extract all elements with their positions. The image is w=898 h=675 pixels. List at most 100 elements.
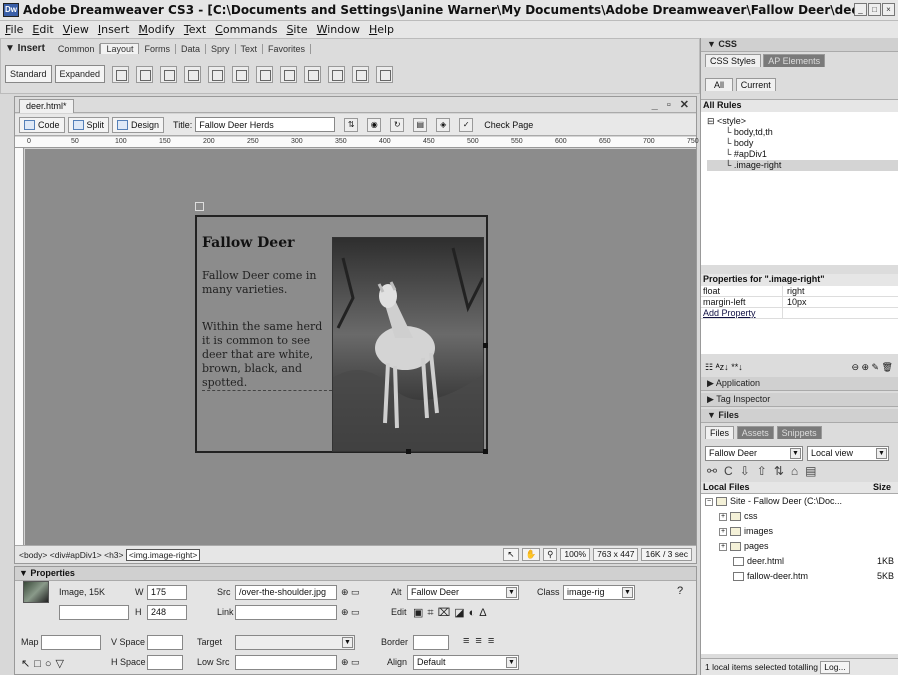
tab-ap-elements[interactable]: AP Elements xyxy=(763,54,826,67)
file-row[interactable]: + pages xyxy=(701,539,898,554)
paragraph-herd[interactable]: Within the same herd it is common to see… xyxy=(202,320,332,391)
files-toolbar-icons[interactable]: ⚯C⇩⇧⇅⌂▤ xyxy=(707,464,823,478)
tab-assets[interactable]: Assets xyxy=(736,426,774,439)
menu-text[interactable]: Text xyxy=(181,23,212,36)
split-view-button[interactable]: Split xyxy=(67,116,110,133)
tab-forms[interactable]: Forms xyxy=(139,43,176,54)
layout-cell-icon[interactable] xyxy=(208,65,226,83)
expand-toggle-icon[interactable]: + xyxy=(719,527,727,536)
tab-text[interactable]: Text xyxy=(236,43,264,54)
browse-link-icon[interactable]: ⊕ ▭ xyxy=(341,607,360,618)
vspace-input[interactable] xyxy=(147,635,183,650)
tab-favorites[interactable]: Favorites xyxy=(263,43,312,54)
draw-ap-div-icon[interactable] xyxy=(160,65,178,83)
menu-view[interactable]: View xyxy=(60,23,95,36)
page-title-input[interactable]: Fallow Deer Herds xyxy=(195,117,336,132)
border-input[interactable] xyxy=(413,635,449,650)
tab-snippets[interactable]: Snippets xyxy=(776,426,822,439)
properties-header[interactable]: ▼ Properties xyxy=(15,567,696,581)
hotspot-tools-icon[interactable]: ↖□○▽ xyxy=(21,657,68,670)
ap-div-1[interactable]: Fallow Deer Fallow Deer come in many var… xyxy=(195,215,488,454)
hand-tool-icon[interactable]: ✋ xyxy=(521,548,541,561)
alt-select[interactable]: Fallow Deer ▼ xyxy=(407,585,519,600)
zoom-select[interactable]: 100% xyxy=(560,548,591,561)
tag-body[interactable]: <body> xyxy=(19,550,47,560)
validate-markup-icon[interactable]: ✓ xyxy=(459,117,474,132)
css-panel-header[interactable]: ▼ CSS xyxy=(701,38,898,52)
target-select[interactable]: ▼ xyxy=(235,635,355,650)
menu-edit[interactable]: Edit xyxy=(29,23,59,36)
view-options-icon[interactable]: ▤ xyxy=(413,117,428,132)
log-button[interactable]: Log... xyxy=(820,661,850,674)
width-input[interactable]: 175 xyxy=(147,585,187,600)
menu-help[interactable]: Help xyxy=(366,23,400,36)
select-tool-icon[interactable]: ↖ xyxy=(503,548,519,561)
file-row[interactable]: deer.html 1KB xyxy=(701,554,898,569)
tag-inspector-panel-header[interactable]: ▶ Tag Inspector xyxy=(701,393,898,407)
tag-img[interactable]: <img.image-right> xyxy=(125,548,201,561)
tab-common[interactable]: Common xyxy=(53,43,101,54)
menu-window[interactable]: Window xyxy=(314,23,366,36)
menu-insert[interactable]: Insert xyxy=(95,23,136,36)
rule-body-td-th[interactable]: └ body,td,th xyxy=(707,127,898,138)
css-property-row[interactable]: margin-left 10px xyxy=(701,297,898,308)
expand-toggle-icon[interactable]: + xyxy=(719,542,727,551)
tab-layout[interactable]: Layout xyxy=(100,43,140,54)
design-view-button[interactable]: Design xyxy=(112,116,165,133)
css-property-row[interactable]: float right xyxy=(701,286,898,297)
file-row[interactable]: − Site - Fallow Deer (C:\Doc... xyxy=(701,494,898,509)
expand-toggle-icon[interactable]: − xyxy=(705,497,713,506)
image-name-input[interactable] xyxy=(59,605,129,620)
maximize-button[interactable]: □ xyxy=(868,3,881,16)
check-page-button[interactable]: Check Page xyxy=(484,120,533,130)
table-icon[interactable] xyxy=(112,65,130,83)
low-src-input[interactable] xyxy=(235,655,337,670)
visual-aids-icon[interactable]: ◈ xyxy=(436,117,451,132)
files-panel-header[interactable]: ▼ Files xyxy=(701,409,898,423)
tab-spry[interactable]: Spry xyxy=(206,43,236,54)
document-tab[interactable]: deer.html* xyxy=(19,99,74,113)
standard-mode-button[interactable]: Standard xyxy=(5,65,52,83)
css-actions-icon[interactable]: ⊖ ⊕ ✎ 🗑 xyxy=(851,362,893,373)
image-resize-handle[interactable] xyxy=(406,449,411,454)
tab-files[interactable]: Files xyxy=(705,426,735,439)
image-resize-handle[interactable] xyxy=(483,343,488,348)
iframe-icon[interactable] xyxy=(352,65,370,83)
spry-tabs-icon[interactable] xyxy=(328,65,346,83)
preview-browser-icon[interactable]: ◉ xyxy=(367,117,382,132)
tab-data[interactable]: Data xyxy=(176,43,206,54)
align-buttons-icon[interactable]: ≡≡≡ xyxy=(463,635,500,647)
site-select[interactable]: Fallow Deer ▼ xyxy=(705,446,803,461)
tab-css-styles[interactable]: CSS Styles xyxy=(705,54,761,67)
set-properties-icon[interactable]: **↓ xyxy=(731,362,743,372)
hspace-input[interactable] xyxy=(147,655,183,670)
file-management-icon[interactable]: ⇅ xyxy=(344,117,359,132)
map-input[interactable] xyxy=(41,635,101,650)
rule-image-right[interactable]: └ .image-right xyxy=(707,160,898,171)
file-row[interactable]: + css xyxy=(701,509,898,524)
align-select[interactable]: Default ▼ xyxy=(413,655,519,670)
view-select[interactable]: Local view ▼ xyxy=(807,446,889,461)
add-property-link[interactable]: Add Property xyxy=(701,308,783,318)
menu-modify[interactable]: Modify xyxy=(135,23,180,36)
point-to-file-icon[interactable]: ⊕ ▭ xyxy=(341,587,360,598)
frameset-icon[interactable] xyxy=(376,65,394,83)
zoom-tool-icon[interactable]: ⚲ xyxy=(543,548,558,561)
fallow-deer-image[interactable] xyxy=(332,237,484,452)
insert-panel-label[interactable]: ▼ Insert xyxy=(5,43,45,54)
menu-file[interactable]: File xyxy=(2,23,29,36)
src-input[interactable]: /over-the-shoulder.jpg xyxy=(235,585,337,600)
file-row[interactable]: fallow-deer.htm 5KB xyxy=(701,569,898,584)
browse-low-src-icon[interactable]: ⊕ ▭ xyxy=(341,657,360,668)
menu-commands[interactable]: Commands xyxy=(212,23,283,36)
image-resize-handle[interactable] xyxy=(483,449,488,454)
height-input[interactable]: 248 xyxy=(147,605,187,620)
tag-h3[interactable]: <h3> xyxy=(104,550,123,560)
design-canvas[interactable]: Fallow Deer Fallow Deer come in many var… xyxy=(25,149,696,545)
window-size-select[interactable]: 763 x 447 xyxy=(593,548,639,561)
close-button[interactable]: × xyxy=(882,3,895,16)
paragraph-varieties[interactable]: Fallow Deer come in many varieties. xyxy=(202,269,332,297)
local-files-column[interactable]: Local Files xyxy=(701,482,750,492)
file-row[interactable]: + images xyxy=(701,524,898,539)
code-view-button[interactable]: Code xyxy=(19,116,65,133)
